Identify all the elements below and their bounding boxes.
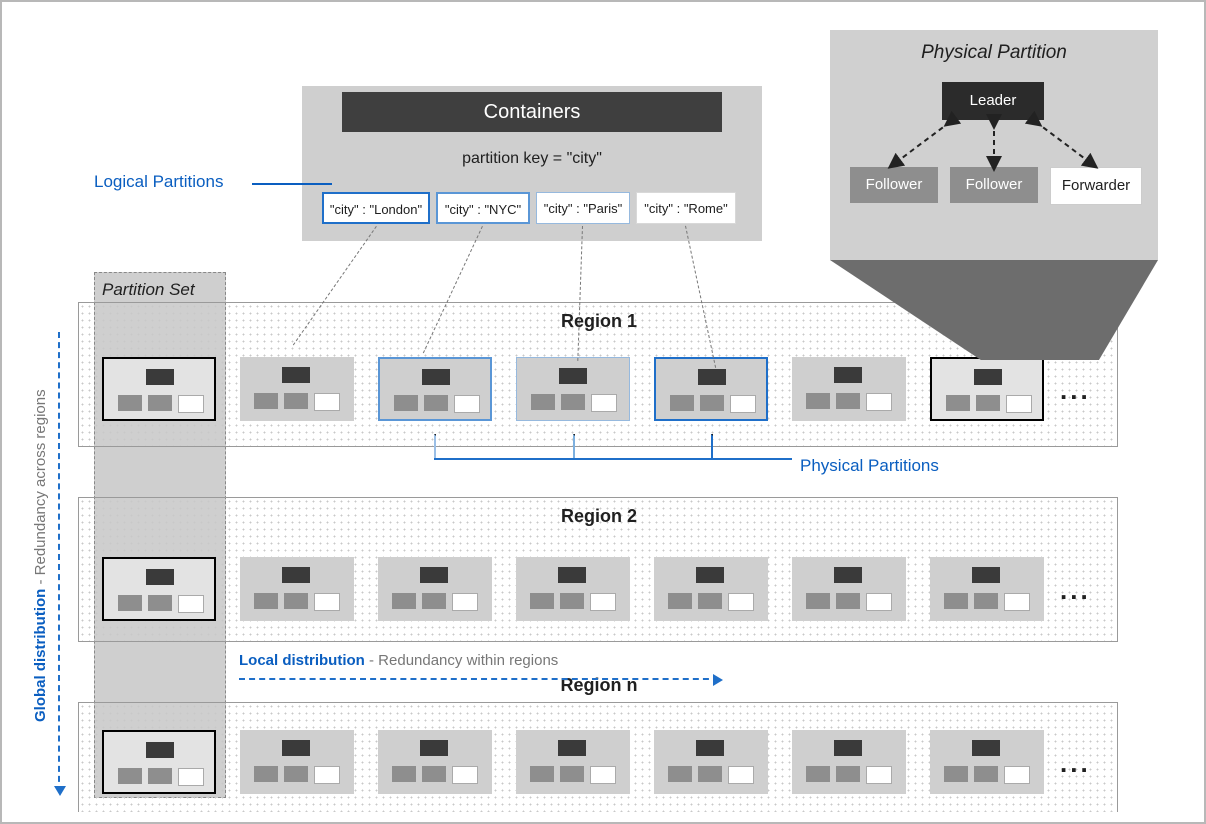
physical-partition-mini: [516, 357, 630, 421]
city-pill-paris: "city" : "Paris": [536, 192, 630, 224]
partition-key-label: partition key = "city": [302, 150, 762, 168]
city-pill-rome: "city" : "Rome": [636, 192, 736, 224]
logical-partitions-label: Logical Partitions: [94, 172, 223, 192]
local-distribution-label: Local distribution - Redundancy within r…: [239, 652, 558, 669]
partition-set-label: Partition Set: [102, 280, 195, 300]
global-distribution-label: Global distribution - Redundancy across …: [32, 389, 49, 722]
physical-partition-title: Physical Partition: [830, 42, 1158, 64]
physical-partition-mini: [378, 357, 492, 421]
physical-partition-mini: [654, 557, 768, 621]
city-pill-nyc: "city" : "NYC": [436, 192, 530, 224]
physical-partition-mini: [102, 730, 216, 794]
physical-partition-mini: [516, 730, 630, 794]
region-2-title: Region 2: [79, 506, 1119, 527]
diagram-canvas: Containers partition key = "city" "city"…: [0, 0, 1206, 824]
leader-arrows-icon: [830, 80, 1158, 210]
physical-partition-mini: [516, 557, 630, 621]
physical-partition-mini: [654, 730, 768, 794]
physical-partition-mini: [378, 730, 492, 794]
physical-partition-mini: [930, 730, 1044, 794]
physical-partition-mini: [240, 557, 354, 621]
physical-partition-mini: [930, 557, 1044, 621]
ellipsis: ...: [1060, 575, 1091, 606]
physical-partition-mini: [792, 557, 906, 621]
physical-partition-mini: [792, 730, 906, 794]
local-distribution-arrow-icon: [239, 678, 719, 680]
pp-line-h: [434, 458, 712, 460]
pp-line-1v: [434, 434, 436, 460]
physical-partition-mini: [930, 357, 1044, 421]
physical-partition-mini: [240, 357, 354, 421]
physical-partition-mini: [102, 357, 216, 421]
containers-title: Containers: [342, 92, 722, 132]
logical-partitions-line: [252, 183, 332, 185]
ellipsis: ...: [1060, 375, 1091, 406]
physical-partition-mini: [240, 730, 354, 794]
ellipsis: ...: [1060, 748, 1091, 779]
pp-line-to-label: [712, 458, 792, 460]
physical-partition-mini: [654, 357, 768, 421]
pp-line-3v: [711, 434, 713, 460]
physical-partition-mini: [102, 557, 216, 621]
pp-line-2v: [573, 434, 575, 460]
physical-partition-mini: [378, 557, 492, 621]
city-pill-london: "city" : "London": [322, 192, 430, 224]
physical-partitions-label: Physical Partitions: [800, 456, 939, 476]
physical-partition-mini: [792, 357, 906, 421]
global-distribution-arrow-icon: [58, 332, 60, 792]
